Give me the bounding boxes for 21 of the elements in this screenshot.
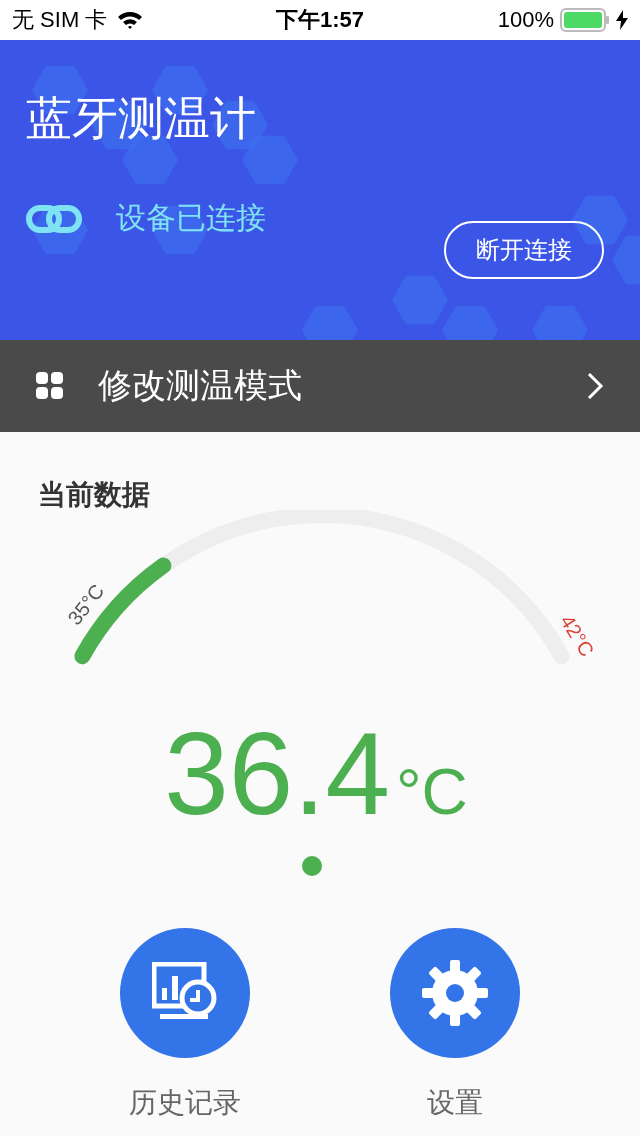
link-icon [26, 203, 82, 234]
battery-percent: 100% [497, 7, 554, 33]
wifi-icon [117, 10, 144, 30]
charging-icon [616, 10, 628, 30]
grid-icon [36, 372, 64, 400]
disconnect-button[interactable]: 断开连接 [444, 221, 604, 279]
connection-status: 设备已连接 [116, 200, 266, 236]
section-title: 当前数据 [37, 478, 150, 512]
mode-label: 修改测温模式 [98, 365, 302, 406]
action-label: 历史记录 [129, 1086, 241, 1120]
temperature-value: 36.4 [164, 716, 390, 832]
app-title: 蓝牙测温计 [26, 91, 256, 146]
chevron-right-icon [586, 371, 604, 401]
action-label: 设置 [427, 1086, 483, 1120]
battery-icon [560, 8, 610, 32]
mode-row[interactable]: 修改测温模式 [0, 340, 640, 432]
temperature-unit: °C [396, 760, 468, 824]
indicator-dot [302, 856, 322, 876]
carrier-text: 无 SIM 卡 [12, 6, 108, 34]
settings-icon [422, 960, 488, 1026]
clock-text: 下午1:57 [276, 6, 364, 34]
